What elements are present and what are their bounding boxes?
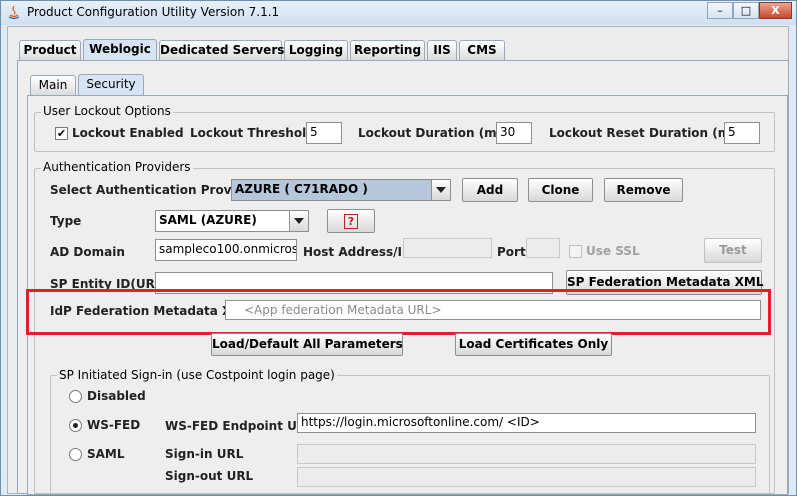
chevron-down-icon — [431, 180, 450, 200]
tab-security[interactable]: Security — [78, 74, 144, 95]
lockout-group-label: User Lockout Options — [41, 104, 173, 118]
provider-select[interactable]: AZURE ( C71RADO ) — [231, 179, 451, 201]
host-input[interactable] — [403, 238, 492, 258]
tab-reporting[interactable]: Reporting — [350, 40, 425, 60]
port-label: Port — [497, 245, 526, 259]
tab-dedicated-servers[interactable]: Dedicated Servers — [159, 40, 284, 60]
type-select[interactable]: SAML (AZURE) — [155, 210, 309, 232]
disabled-radio-label: Disabled — [87, 389, 146, 403]
lockout-threshold-input[interactable]: 5 — [306, 122, 342, 144]
port-input[interactable] — [526, 238, 560, 258]
type-select-value: SAML (AZURE) — [159, 213, 257, 227]
highlight-box — [26, 289, 771, 335]
saml-radio-label: SAML — [87, 447, 125, 461]
load-default-button[interactable]: Load/Default All Parameters — [211, 333, 403, 356]
help-button[interactable]: ? — [327, 209, 375, 233]
help-icon: ? — [343, 214, 359, 229]
signin-url-input[interactable] — [297, 444, 756, 464]
signout-url-label: Sign-out URL — [165, 469, 254, 483]
wsfed-radio[interactable] — [69, 419, 82, 432]
sp-signin-group-label: SP Initiated Sign-in (use Costpoint logi… — [57, 368, 337, 382]
lockout-threshold-label: Lockout Threshold — [190, 126, 315, 140]
saml-radio[interactable] — [69, 448, 82, 461]
lockout-duration-input[interactable]: 30 — [496, 122, 532, 144]
lockout-enabled-label: Lockout Enabled — [72, 126, 184, 140]
maximize-button[interactable]: □ — [733, 2, 759, 19]
tab-weblogic[interactable]: Weblogic — [83, 39, 157, 60]
lockout-duration-label: Lockout Duration (min) — [358, 126, 515, 140]
ad-domain-label: AD Domain — [50, 245, 125, 259]
signout-url-input[interactable] — [297, 467, 756, 487]
ad-domain-input[interactable]: sampleco100.onmicrosof — [155, 239, 297, 261]
type-label: Type — [50, 214, 82, 228]
wsfed-radio-label: WS-FED — [87, 418, 141, 432]
window-title: Product Configuration Utility Version 7.… — [27, 5, 280, 19]
tab-iis[interactable]: IIS — [427, 40, 457, 60]
minimize-button[interactable]: – — [707, 2, 733, 19]
wsfed-endpoint-input[interactable]: https://login.microsoftonline.com/ <ID> — [297, 413, 756, 433]
use-ssl-checkbox[interactable] — [569, 245, 582, 258]
lockout-reset-label: Lockout Reset Duration (min) — [549, 126, 749, 140]
tab-main[interactable]: Main — [30, 75, 76, 95]
tab-logging[interactable]: Logging — [284, 40, 348, 60]
java-icon — [6, 4, 22, 20]
close-button[interactable]: X — [759, 2, 792, 19]
lockout-enabled-checkbox[interactable]: ✔ — [55, 127, 68, 140]
tab-cms[interactable]: CMS — [459, 40, 505, 60]
provider-select-value: AZURE ( C71RADO ) — [235, 182, 368, 196]
remove-button[interactable]: Remove — [604, 178, 683, 202]
lockout-reset-input[interactable]: 5 — [724, 122, 760, 144]
use-ssl-label: Use SSL — [586, 244, 640, 258]
load-certificates-button[interactable]: Load Certificates Only — [455, 333, 612, 356]
clone-button[interactable]: Clone — [528, 178, 593, 202]
add-button[interactable]: Add — [462, 178, 518, 202]
select-provider-label: Select Authentication Provider — [50, 183, 259, 197]
disabled-radio[interactable] — [69, 390, 82, 403]
wsfed-endpoint-label: WS-FED Endpoint URL — [165, 419, 314, 433]
chevron-down-icon — [289, 211, 308, 231]
auth-group-label: Authentication Providers — [41, 160, 193, 174]
tab-product[interactable]: Product — [19, 40, 81, 60]
signin-url-label: Sign-in URL — [165, 447, 244, 461]
test-button[interactable]: Test — [704, 238, 762, 263]
host-label: Host Address/IP — [303, 245, 411, 259]
